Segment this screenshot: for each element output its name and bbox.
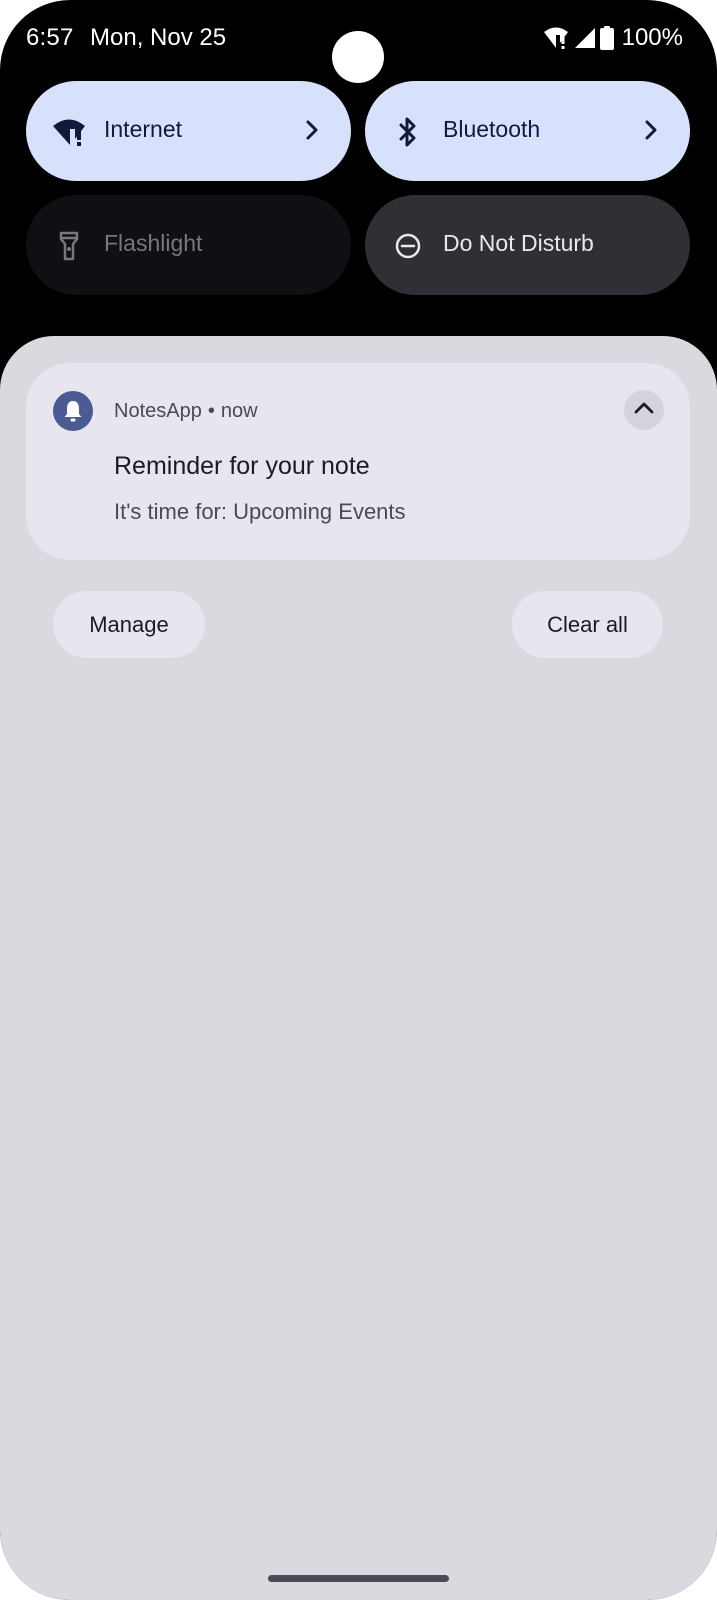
app-name: NotesApp — [114, 400, 202, 422]
chevron-right-icon[interactable] — [638, 117, 664, 143]
wifi-alert-icon — [52, 115, 86, 149]
notification-header: NotesApp • now — [114, 400, 258, 423]
tile-internet[interactable]: Internet — [26, 81, 351, 181]
tile-do-not-disturb[interactable]: Do Not Disturb — [365, 195, 690, 295]
tile-label-do-not-disturb: Do Not Disturb — [443, 230, 594, 256]
wifi-alert-icon — [542, 26, 570, 50]
manage-button[interactable]: Manage — [53, 591, 205, 658]
status-date: Mon, Nov 25 — [90, 24, 227, 51]
chevron-right-icon[interactable] — [299, 117, 325, 143]
tile-flashlight[interactable]: Flashlight — [26, 195, 351, 295]
status-time: 6:57 — [26, 24, 74, 51]
battery-percentage: 100% — [621, 24, 683, 51]
header-separator: • — [207, 400, 215, 422]
cell-signal-icon — [574, 27, 596, 49]
notification-title: Reminder for your note — [114, 452, 370, 480]
camera-cutout — [332, 31, 384, 83]
clear-all-button[interactable]: Clear all — [512, 591, 663, 658]
home-indicator[interactable] — [268, 1575, 449, 1582]
collapse-button[interactable] — [624, 390, 664, 430]
status-icons: 100% — [542, 24, 683, 52]
tile-label-internet: Internet — [104, 116, 182, 142]
chevron-up-icon — [632, 396, 656, 425]
bell-icon — [53, 391, 93, 431]
bluetooth-icon — [391, 115, 425, 149]
battery-icon — [599, 26, 614, 50]
tile-label-bluetooth: Bluetooth — [443, 116, 541, 142]
dnd-icon — [391, 229, 425, 263]
notification-card[interactable]: NotesApp • now Reminder for your note It's… — [26, 363, 690, 560]
notification-body: It's time for: Upcoming Events — [114, 499, 406, 524]
phone-screen: 6:57 Mon, Nov 25 100% Internet Bluetooth… — [0, 0, 717, 1600]
notification-time: now — [220, 400, 258, 422]
tile-bluetooth[interactable]: Bluetooth — [365, 81, 690, 181]
tile-label-flashlight: Flashlight — [104, 230, 203, 256]
flashlight-icon — [52, 229, 86, 263]
